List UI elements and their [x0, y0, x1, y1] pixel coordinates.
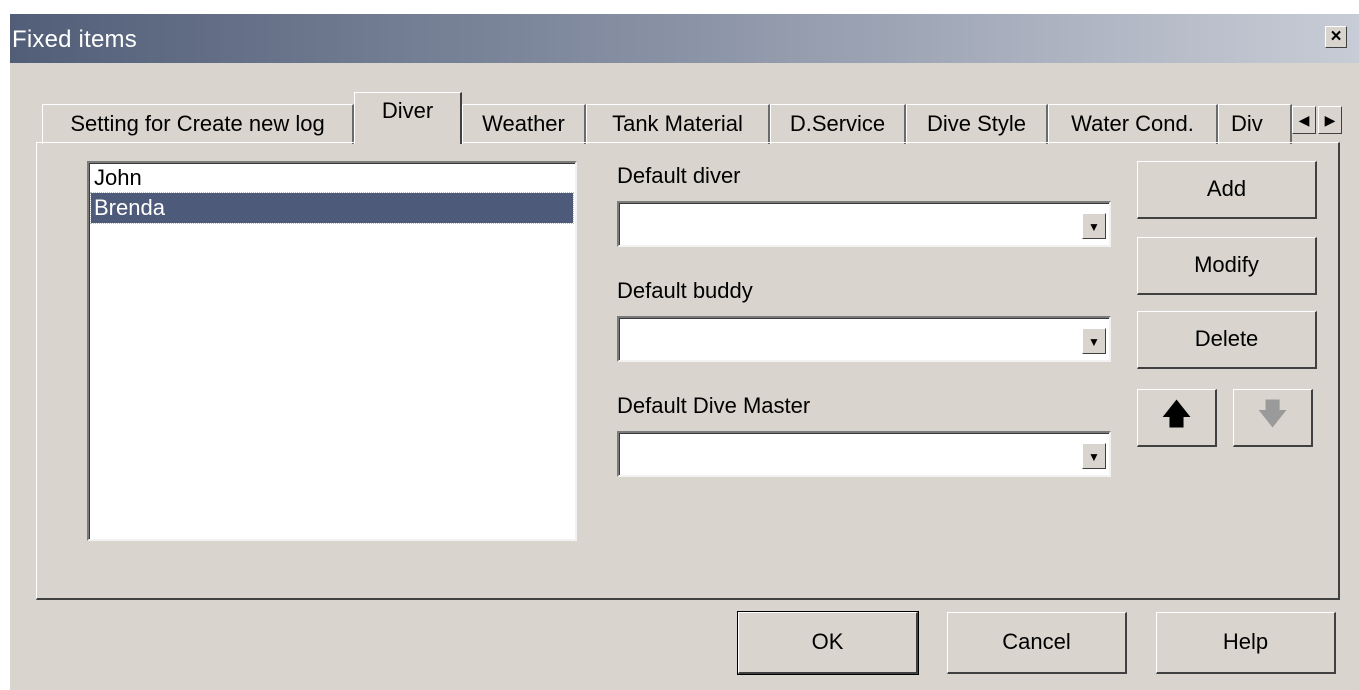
ok-button[interactable]: OK	[737, 611, 919, 675]
arrow-down-icon: 🡇	[1257, 398, 1288, 431]
arrow-up-icon: 🡅	[1161, 398, 1192, 431]
tab-d-service[interactable]: D.Service	[770, 104, 906, 144]
tab-scroll-left-icon[interactable]: ◀	[1292, 106, 1316, 134]
tab-tank-material[interactable]: Tank Material	[586, 104, 770, 144]
default-buddy-select[interactable]: ▼	[617, 316, 1111, 362]
tab-setting-for-create-new-log[interactable]: Setting for Create new log	[42, 104, 354, 144]
default-diver-label: Default diver	[617, 163, 741, 188]
diver-tab-panel: John Brenda Default diver ▼ Default budd…	[36, 142, 1340, 600]
default-dive-master-label: Default Dive Master	[617, 393, 811, 418]
chevron-down-icon[interactable]: ▼	[1082, 328, 1106, 354]
tab-diver[interactable]: Diver	[354, 92, 462, 144]
tab-strip: Setting for Create new log Diver Weather…	[10, 86, 1359, 144]
cancel-button[interactable]: Cancel	[947, 612, 1127, 674]
delete-button[interactable]: Delete	[1137, 311, 1317, 369]
move-up-button[interactable]: 🡅	[1137, 389, 1217, 447]
title-bar[interactable]: Fixed items ×	[10, 14, 1359, 63]
tab-dive-style[interactable]: Dive Style	[906, 104, 1048, 144]
chevron-down-icon[interactable]: ▼	[1082, 213, 1106, 239]
chevron-down-icon[interactable]: ▼	[1082, 443, 1106, 469]
fixed-items-dialog: Fixed items × Setting for Create new log…	[10, 14, 1359, 690]
list-item[interactable]: John	[91, 163, 573, 193]
tab-scroll-right-icon[interactable]: ▶	[1318, 106, 1342, 134]
tab-div[interactable]: Div	[1218, 104, 1292, 144]
modify-button[interactable]: Modify	[1137, 237, 1317, 295]
tab-water-cond[interactable]: Water Cond.	[1048, 104, 1218, 144]
close-button[interactable]: ×	[1325, 26, 1347, 48]
list-item[interactable]: Brenda	[90, 192, 574, 224]
move-down-button[interactable]: 🡇	[1233, 389, 1313, 447]
tab-weather[interactable]: Weather	[462, 104, 586, 144]
window-title: Fixed items	[12, 26, 137, 53]
default-dive-master-select[interactable]: ▼	[617, 431, 1111, 477]
diver-list[interactable]: John Brenda	[87, 161, 577, 541]
help-button[interactable]: Help	[1156, 612, 1336, 674]
default-buddy-label: Default buddy	[617, 278, 753, 303]
default-diver-select[interactable]: ▼	[617, 201, 1111, 247]
add-button[interactable]: Add	[1137, 161, 1317, 219]
